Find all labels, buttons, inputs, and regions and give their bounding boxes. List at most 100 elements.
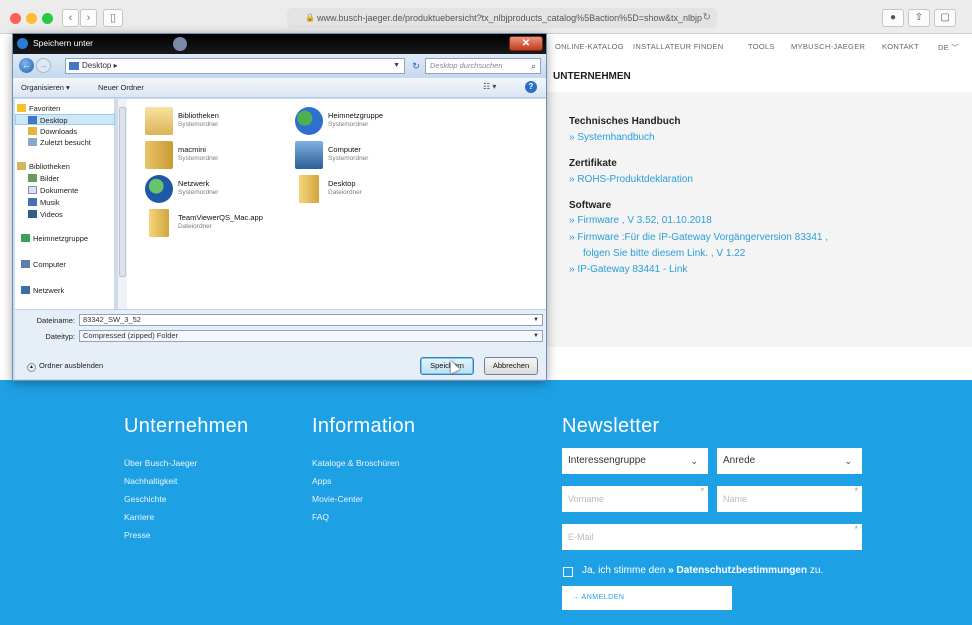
file-item[interactable]: Computer Systemordner xyxy=(295,141,445,171)
file-item[interactable]: macmini Systemordner xyxy=(145,141,295,171)
browser-app-icon xyxy=(17,38,28,49)
filename-label: Dateiname: xyxy=(36,316,75,325)
nav-label: Computer xyxy=(33,260,66,269)
scrollbar-thumb[interactable] xyxy=(119,107,126,277)
file-type: Systemordner xyxy=(178,121,219,128)
homegroup-icon xyxy=(295,107,323,135)
chevron-down-icon[interactable]: ▼ xyxy=(533,331,539,341)
cancel-button[interactable]: Abbrechen xyxy=(484,357,538,375)
reload-icon[interactable]: ↻ xyxy=(703,8,711,28)
email-input[interactable]: E-Mail * xyxy=(562,524,862,550)
chevron-down-icon[interactable]: ▼ xyxy=(533,315,539,325)
nav-favorites[interactable]: Favoriten xyxy=(17,103,117,114)
help-icon[interactable]: ? xyxy=(525,81,537,93)
nav-desktop[interactable]: Desktop xyxy=(15,114,115,125)
tabs-icon[interactable]: ▢ xyxy=(934,9,956,27)
file-item[interactable]: Desktop Dateiordner xyxy=(295,175,445,205)
nav-scrollbar[interactable] xyxy=(117,99,127,309)
footer-link[interactable]: Nachhaltigkeit xyxy=(124,476,177,486)
subscribe-button[interactable]: → ANMELDEN xyxy=(562,586,732,610)
file-name: Heimnetzgruppe xyxy=(328,111,384,120)
footer-link[interactable]: Karriere xyxy=(124,512,154,522)
download-link[interactable]: folgen Sie bitte diesem Link. , V 1.22 xyxy=(583,248,745,259)
consent-checkbox[interactable] xyxy=(563,567,573,577)
dialog-titlebar[interactable]: Speichern unter ✕ xyxy=(13,34,546,54)
address-bar[interactable]: 🔒 www.busch-jaeger.de/produktuebersicht?… xyxy=(287,8,717,28)
footer-title-newsletter: Newsletter xyxy=(562,415,660,437)
download-link[interactable]: » IP-Gateway 83441 - Link xyxy=(569,264,687,275)
back-button[interactable]: ‹ xyxy=(62,9,79,27)
name-input[interactable]: Name * xyxy=(717,486,862,512)
folder-search-input[interactable]: Desktop durchsuchen ⌕ xyxy=(425,58,541,74)
download-link[interactable]: » Firmware , V 3.52, 01.10.2018 xyxy=(569,215,712,226)
dialog-address-row: ← → Desktop ▸ ▼ ↻ Desktop durchsuchen ⌕ xyxy=(13,54,546,78)
zoom-window-button[interactable] xyxy=(42,13,53,24)
footer-link[interactable]: Apps xyxy=(312,476,331,486)
footer-link[interactable]: Presse xyxy=(124,530,150,540)
filetype-select[interactable]: Compressed (zipped) Folder ▼ xyxy=(79,330,543,342)
file-name: macmini xyxy=(178,145,206,154)
minimize-window-button[interactable] xyxy=(26,13,37,24)
footer-link[interactable]: FAQ xyxy=(312,512,329,522)
footer-link[interactable]: Movie-Center xyxy=(312,494,363,504)
file-item[interactable]: TeamViewerQS_Mac.app Dateiordner xyxy=(145,209,295,239)
file-item[interactable]: Heimnetzgruppe Systemordner xyxy=(295,107,445,137)
download-link[interactable]: » Firmware :Für die IP-Gateway Vorgänger… xyxy=(569,232,828,243)
share-icon[interactable]: ⇧ xyxy=(908,9,930,27)
dialog-close-button[interactable]: ✕ xyxy=(509,36,543,51)
forward-arrow-icon[interactable]: → xyxy=(36,58,51,73)
nav-label: Musik xyxy=(40,198,60,207)
file-name: Computer xyxy=(328,145,361,154)
footer-link[interactable]: Kataloge & Broschüren xyxy=(312,458,399,468)
folder-search-placeholder: Desktop durchsuchen xyxy=(430,61,503,70)
nav-libraries[interactable]: Bibliotheken xyxy=(17,161,117,172)
nav-documents[interactable]: Dokumente xyxy=(15,185,115,196)
nav-tools[interactable]: TOOLS xyxy=(748,42,775,51)
nav-network[interactable]: Netzwerk xyxy=(21,285,121,296)
nav-language-label: DE xyxy=(938,43,950,52)
firstname-input[interactable]: Vorname * xyxy=(562,486,708,512)
download-link[interactable]: » ROHS-Produktdeklaration xyxy=(569,174,693,185)
nav-mybusch-jaeger[interactable]: MYBUSCH-JAEGER xyxy=(791,42,865,51)
required-marker: * xyxy=(700,486,704,496)
nav-pictures[interactable]: Bilder xyxy=(15,173,115,184)
folder-icon xyxy=(299,175,319,203)
back-arrow-icon[interactable]: ← xyxy=(19,58,34,73)
nav-downloads[interactable]: Downloads xyxy=(15,126,115,137)
footer-link[interactable]: Über Busch-Jaeger xyxy=(124,458,197,468)
close-window-button[interactable] xyxy=(10,13,21,24)
nav-language[interactable]: DE ﹀ xyxy=(938,42,959,53)
nav-computer[interactable]: Computer xyxy=(21,259,121,270)
nav-videos[interactable]: Videos xyxy=(15,209,115,220)
computer-icon xyxy=(21,260,30,268)
nav-recent[interactable]: Zuletzt besucht xyxy=(15,137,115,148)
view-options-icon[interactable]: ☷ ▾ xyxy=(483,82,496,91)
interest-group-select[interactable]: Interessengruppe ⌄ xyxy=(562,448,708,474)
salutation-select[interactable]: Anrede ⌄ xyxy=(717,448,862,474)
folder-path-bar[interactable]: Desktop ▸ ▼ xyxy=(65,58,405,74)
download-link[interactable]: » Systemhandbuch xyxy=(569,132,655,143)
footer-title-unternehmen: Unternehmen xyxy=(124,415,249,437)
filename-input[interactable]: 83342_SW_3_52 ▼ xyxy=(79,314,543,326)
new-folder-button[interactable]: Neuer Ordner xyxy=(98,83,144,92)
file-item[interactable]: Netzwerk Systemordner xyxy=(145,175,295,205)
organize-menu[interactable]: Organisieren ▾ xyxy=(21,83,70,92)
privacy-link[interactable]: » Datenschutzbestimmungen xyxy=(668,565,807,576)
footer-link[interactable]: Geschichte xyxy=(124,494,167,504)
hide-folders-toggle[interactable]: ▲ Ordner ausblenden xyxy=(27,361,103,372)
refresh-icon[interactable]: ↻ xyxy=(407,58,425,74)
chevron-down-icon[interactable]: ▼ xyxy=(393,59,400,73)
file-type: Systemordner xyxy=(178,155,219,162)
nav-homegroup[interactable]: Heimnetzgruppe xyxy=(21,233,121,244)
homegroup-icon xyxy=(21,234,30,242)
extension-icon[interactable]: ● xyxy=(882,9,904,27)
nav-music[interactable]: Musik xyxy=(15,197,115,208)
nav-kontakt[interactable]: KONTAKT xyxy=(882,42,919,51)
browser-toolbar: ‹ › ▯ 🔒 www.busch-jaeger.de/produktueber… xyxy=(0,0,972,34)
nav-installateur-finden[interactable]: INSTALLATEUR FINDEN xyxy=(633,42,723,51)
forward-button[interactable]: › xyxy=(80,9,97,27)
sidebar-toggle-icon[interactable]: ▯ xyxy=(103,9,123,27)
file-item[interactable]: Bibliotheken Systemordner xyxy=(145,107,295,137)
network-icon xyxy=(145,175,173,203)
nav-online-katalog[interactable]: ONLINE-KATALOG xyxy=(555,42,624,51)
